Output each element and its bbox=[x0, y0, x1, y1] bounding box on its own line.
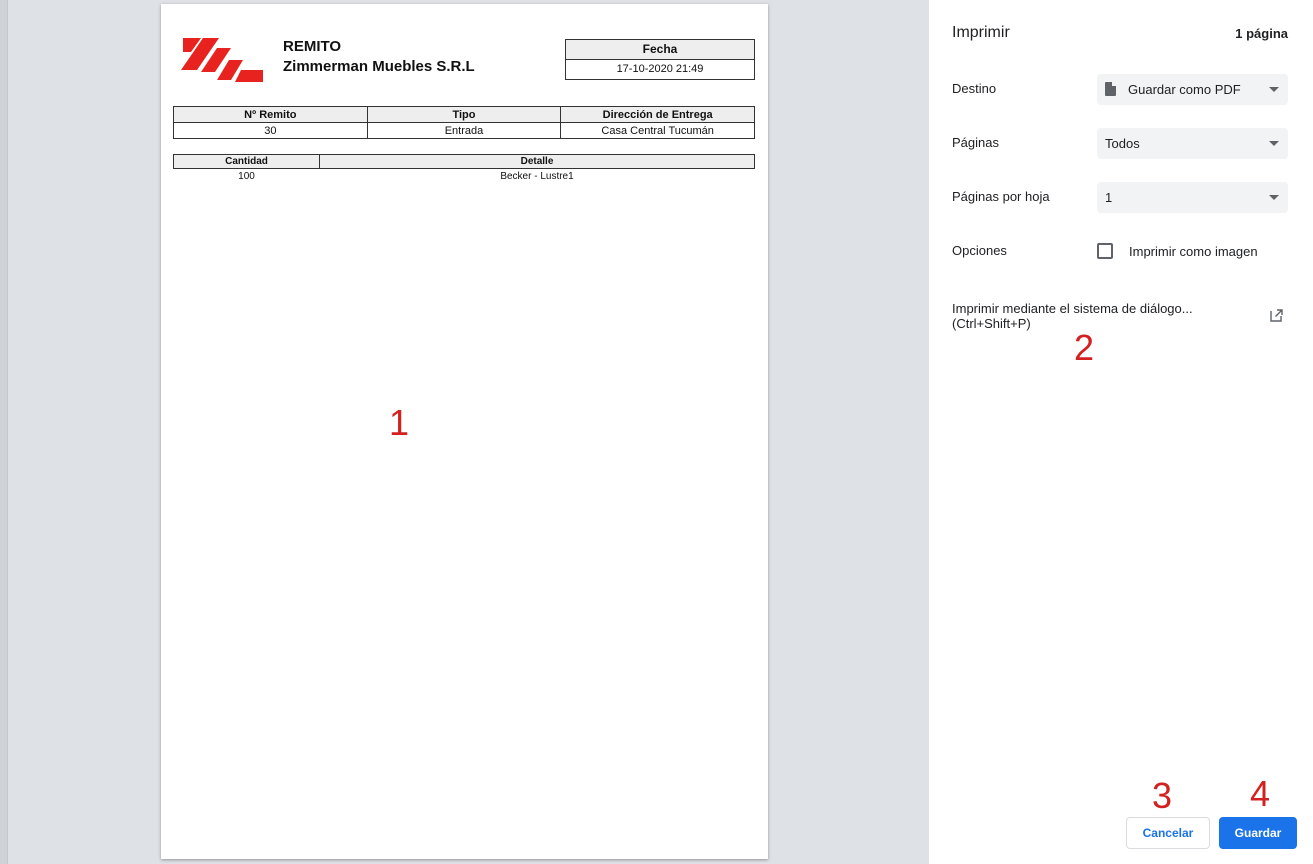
open-external-icon[interactable] bbox=[1270, 309, 1283, 322]
pages-label: Páginas bbox=[952, 135, 999, 150]
table-cell: 30 bbox=[173, 122, 368, 139]
pages-per-sheet-value: 1 bbox=[1105, 190, 1113, 205]
panel-title: Imprimir bbox=[952, 24, 1010, 41]
table-header: Detalle bbox=[319, 154, 755, 169]
table-row: 30 Entrada Casa Central Tucumán bbox=[173, 122, 755, 139]
destination-value: Guardar como PDF bbox=[1128, 82, 1241, 97]
page-count: 1 página bbox=[1235, 26, 1288, 41]
annotation-1: 1 bbox=[389, 402, 410, 443]
print-as-image-label[interactable]: Imprimir como imagen bbox=[1129, 244, 1258, 259]
pages-per-sheet-label: Páginas por hoja bbox=[952, 189, 1050, 204]
remito-info-table: Nº Remito Tipo Dirección de Entrega 30 E… bbox=[173, 106, 755, 139]
annotation-3: 3 bbox=[1152, 775, 1173, 816]
date-value: 17-10-2020 21:49 bbox=[616, 63, 704, 75]
table-cell: Entrada bbox=[366, 122, 562, 139]
system-dialog-text: Imprimir mediante el sistema de diálogo.… bbox=[952, 301, 1193, 316]
destination-select[interactable]: Guardar como PDF bbox=[1097, 74, 1288, 105]
destination-label: Destino bbox=[952, 81, 997, 96]
preview-page: REMITO Zimmerman Muebles S.R.L Fecha 17-… bbox=[161, 4, 768, 859]
table-header: Cantidad bbox=[173, 154, 320, 169]
cancel-button[interactable]: Cancelar bbox=[1126, 817, 1210, 849]
left-edge-divider bbox=[0, 0, 8, 864]
detail-table: Cantidad Detalle 100 Becker - Lustre1 bbox=[173, 154, 755, 185]
save-button[interactable]: Guardar bbox=[1219, 817, 1297, 849]
annotation-4: 4 bbox=[1250, 773, 1271, 814]
dropdown-arrow-icon bbox=[1269, 87, 1279, 92]
table-cell: Becker - Lustre1 bbox=[500, 171, 574, 182]
print-preview-area: REMITO Zimmerman Muebles S.R.L Fecha 17-… bbox=[0, 0, 928, 864]
table-header: Dirección de Entrega bbox=[560, 106, 755, 123]
print-as-image-checkbox[interactable] bbox=[1097, 243, 1113, 259]
table-cell: Casa Central Tucumán bbox=[560, 122, 755, 139]
annotation-2: 2 bbox=[1074, 327, 1095, 368]
dropdown-arrow-icon bbox=[1269, 195, 1279, 200]
date-box: Fecha 17-10-2020 21:49 bbox=[565, 39, 755, 80]
dropdown-arrow-icon bbox=[1269, 141, 1279, 146]
table-cell: 100 bbox=[238, 171, 255, 182]
table-header: Tipo bbox=[366, 106, 562, 123]
company-logo bbox=[181, 38, 263, 82]
pages-value: Todos bbox=[1105, 136, 1140, 151]
print-settings-panel: Imprimir 1 página Destino Guardar como P… bbox=[928, 0, 1313, 864]
options-label: Opciones bbox=[952, 243, 1007, 258]
pages-per-sheet-select[interactable]: 1 bbox=[1097, 182, 1288, 213]
pages-select[interactable]: Todos bbox=[1097, 128, 1288, 159]
company-name: Zimmerman Muebles S.R.L bbox=[283, 58, 475, 75]
document-icon bbox=[1105, 82, 1116, 96]
document-title: REMITO bbox=[283, 38, 342, 55]
table-header: Nº Remito bbox=[173, 106, 368, 123]
date-label: Fecha bbox=[566, 40, 754, 60]
table-row: 100 Becker - Lustre1 bbox=[174, 169, 755, 186]
